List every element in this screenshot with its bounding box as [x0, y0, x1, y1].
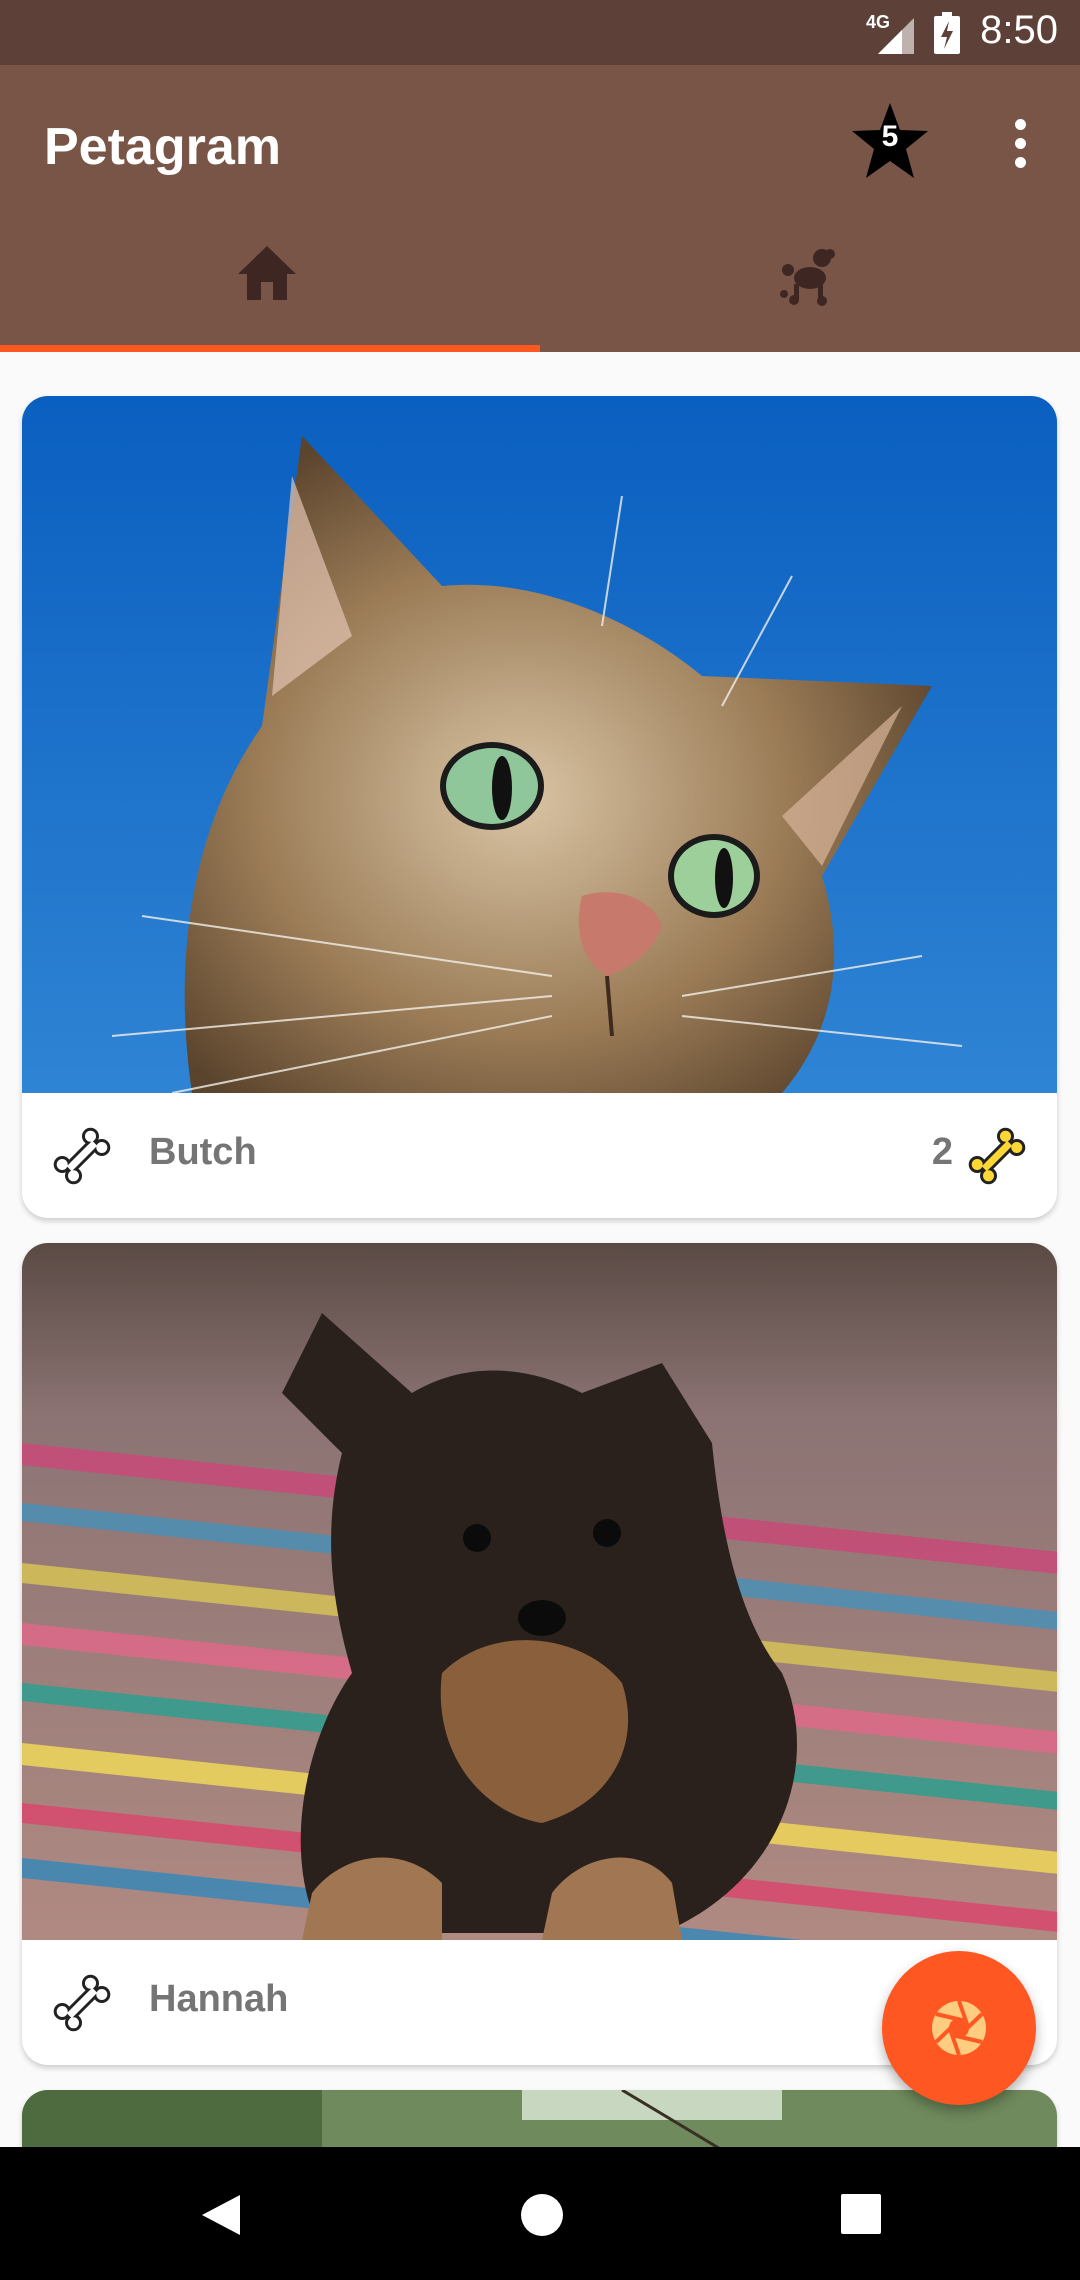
app-title: Petagram — [44, 118, 281, 176]
pet-photo — [22, 2090, 1057, 2150]
status-bar: 4G 8:50 — [0, 0, 1080, 65]
tab-pets[interactable] — [540, 222, 1080, 352]
pet-card: Hannah — [22, 1243, 1057, 2065]
cat-photo — [22, 396, 1057, 1093]
puppy-photo — [22, 1243, 1057, 1940]
back-button[interactable] — [160, 2147, 280, 2280]
overflow-menu-button[interactable] — [1002, 115, 1038, 175]
recents-icon — [841, 2194, 881, 2234]
app-bar: Petagram 5 — [0, 65, 1080, 352]
tab-home[interactable] — [0, 222, 540, 352]
pet-card: Butch 2 — [22, 396, 1057, 1218]
camera-fab-button[interactable] — [882, 1951, 1036, 2105]
camera-shutter-icon — [932, 2000, 986, 2056]
bone-outline-icon[interactable] — [52, 1126, 112, 1186]
pet-rating: 2 — [931, 1131, 953, 1173]
status-time: 8:50 — [980, 8, 1058, 52]
home-button[interactable] — [480, 2147, 600, 2280]
recents-button[interactable] — [800, 2147, 920, 2280]
signal-icon: 4G — [866, 12, 916, 54]
battery-charging-icon — [934, 12, 960, 54]
tab-indicator — [0, 345, 540, 352]
poodle-icon — [780, 249, 835, 306]
favorites-count: 5 — [881, 120, 899, 153]
bone-yellow-icon — [968, 1127, 1026, 1185]
pet-name: Hannah — [149, 1978, 289, 2020]
more-vert-icon — [1014, 119, 1026, 130]
home-icon — [238, 246, 296, 300]
card-footer: Butch 2 — [22, 1093, 1057, 1218]
back-icon — [202, 2195, 240, 2235]
home-circle-icon — [521, 2194, 563, 2236]
navigation-bar — [0, 2147, 1080, 2280]
favorites-button[interactable]: 5 — [850, 101, 930, 181]
bone-outline-icon[interactable] — [52, 1973, 112, 2033]
pet-name: Butch — [149, 1131, 257, 1173]
